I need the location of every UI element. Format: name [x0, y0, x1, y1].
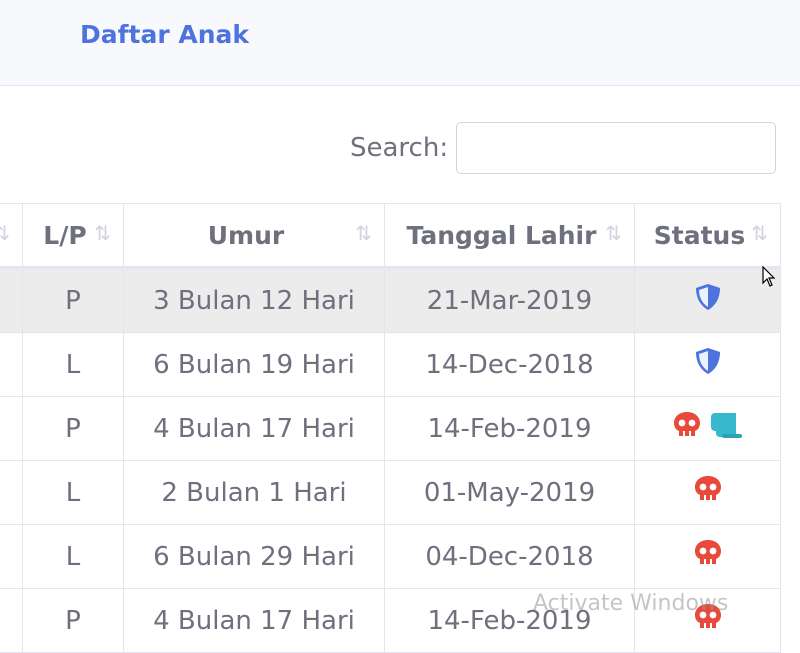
sort-icon: ⇅ — [94, 221, 111, 245]
cell-tanggal-lahir: 01-May-2019 — [384, 460, 635, 525]
cell-name — [0, 267, 23, 333]
cell-lp: P — [22, 267, 124, 333]
skull-icon[interactable] — [693, 474, 723, 511]
column-header-status[interactable]: Status ⇅ — [634, 203, 781, 269]
cell-lp: L — [22, 524, 124, 589]
cell-tanggal-lahir: 04-Dec-2018 — [384, 524, 635, 589]
shield-icon[interactable] — [694, 346, 722, 383]
cell-umur: 4 Bulan 17 Hari — [123, 396, 385, 461]
sort-icon: ⇅ — [751, 221, 768, 245]
cell-lp: L — [22, 332, 124, 397]
page-title[interactable]: Daftar Anak — [80, 20, 249, 49]
search-input[interactable] — [456, 122, 776, 174]
cell-name — [0, 524, 23, 589]
cell-status — [634, 588, 781, 653]
column-header-tanggal-lahir[interactable]: Tanggal Lahir ⇅ — [384, 203, 635, 269]
skull-icon[interactable] — [672, 410, 702, 447]
cell-status — [634, 396, 781, 461]
column-header-lp[interactable]: L/P ⇅ — [22, 203, 124, 269]
cell-status — [634, 524, 781, 589]
cell-tanggal-lahir: 14-Feb-2019 — [384, 396, 635, 461]
cell-lp: P — [22, 588, 124, 653]
cell-name — [0, 460, 23, 525]
table-row[interactable]: L6 Bulan 29 Hari 04-Dec-2018 — [0, 524, 781, 589]
sort-icon: ⇅ — [0, 221, 10, 245]
cell-name — [0, 396, 23, 461]
table-header-row: ⇅ L/P⇅ Umur⇅ Tanggal Lahir⇅ Status⇅ — [0, 203, 781, 269]
sort-icon: ⇅ — [605, 221, 622, 245]
scroll-icon[interactable] — [708, 410, 744, 447]
cell-name — [0, 588, 23, 653]
table-row[interactable]: L6 Bulan 19 Hari 14-Dec-2018 — [0, 332, 781, 397]
cell-umur: 3 Bulan 12 Hari — [123, 267, 385, 333]
shield-icon[interactable] — [694, 282, 722, 319]
table-row[interactable]: P4 Bulan 17 Hari 14-Feb-2019 — [0, 588, 781, 653]
cell-name — [0, 332, 23, 397]
column-header-name[interactable]: ⇅ — [0, 203, 23, 269]
table-row[interactable]: L2 Bulan 1 Hari 01-May-2019 — [0, 460, 781, 525]
cell-umur: 6 Bulan 29 Hari — [123, 524, 385, 589]
cell-lp: P — [22, 396, 124, 461]
cell-umur: 4 Bulan 17 Hari — [123, 588, 385, 653]
sort-icon: ⇅ — [355, 221, 372, 245]
column-header-umur[interactable]: Umur ⇅ — [123, 203, 385, 269]
cell-lp: L — [22, 460, 124, 525]
table-row[interactable]: P3 Bulan 12 Hari 21-Mar-2019 — [0, 267, 781, 333]
skull-icon[interactable] — [693, 602, 723, 639]
table-row[interactable]: P4 Bulan 17 Hari 14-Feb-2019 — [0, 396, 781, 461]
cell-tanggal-lahir: 14-Dec-2018 — [384, 332, 635, 397]
cell-tanggal-lahir: 21-Mar-2019 — [384, 267, 635, 333]
cell-umur: 2 Bulan 1 Hari — [123, 460, 385, 525]
cell-status — [634, 267, 781, 333]
skull-icon[interactable] — [693, 538, 723, 575]
cell-status — [634, 460, 781, 525]
cell-umur: 6 Bulan 19 Hari — [123, 332, 385, 397]
children-table: ⇅ L/P⇅ Umur⇅ Tanggal Lahir⇅ Status⇅ P3 B… — [0, 203, 781, 653]
mouse-cursor-icon — [762, 266, 776, 287]
cell-status — [634, 332, 781, 397]
top-bar: Daftar Anak — [0, 0, 800, 86]
cell-tanggal-lahir: 14-Feb-2019 — [384, 588, 635, 653]
search-label: Search: — [350, 133, 449, 163]
